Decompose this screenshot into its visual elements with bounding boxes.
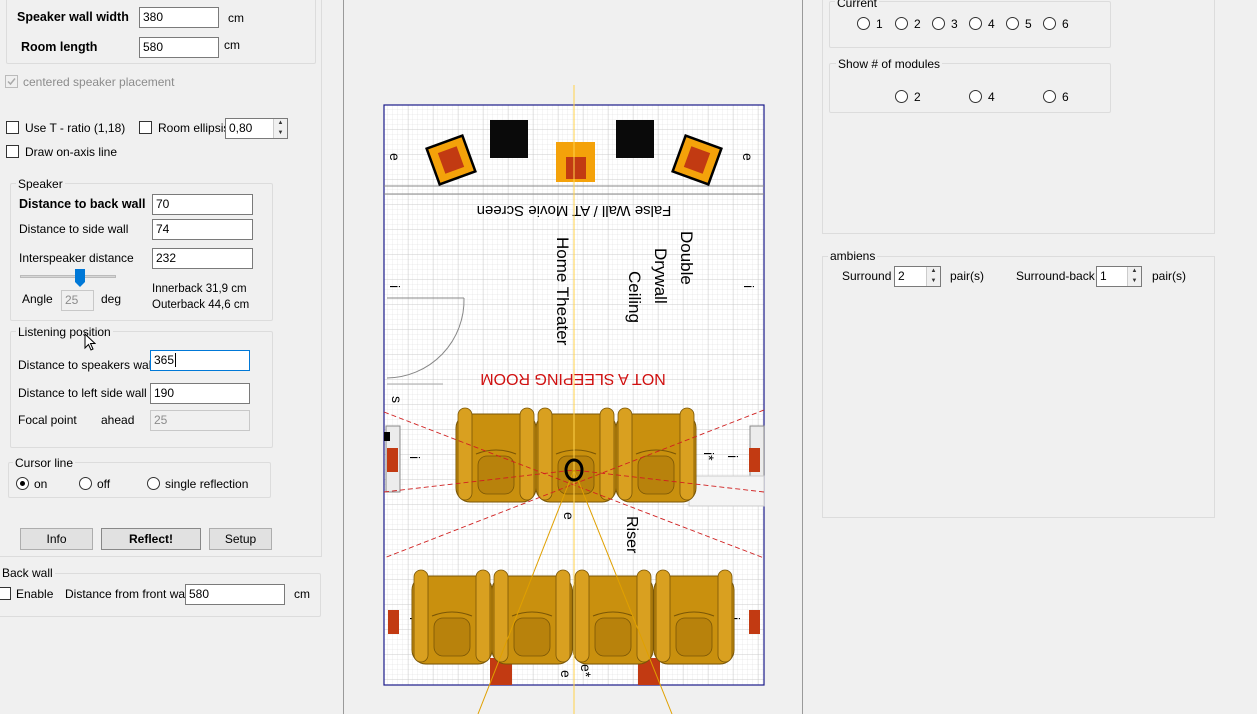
marker-i-right: i: [741, 285, 757, 288]
back-wall-title: Back wall: [0, 566, 55, 580]
right-surround-speaker: [749, 448, 760, 472]
marker-i-row1-right: i: [725, 455, 741, 458]
double-label: Double: [677, 231, 696, 285]
left-surround-speaker: [387, 448, 398, 472]
right-rear-surround: [749, 610, 760, 634]
seat-row1-1: [455, 407, 537, 503]
current-label-3: 3: [951, 17, 958, 31]
not-sleeping-label: NOT A SLEEPING ROOM: [480, 370, 666, 387]
surround-back-value: 1: [1100, 269, 1107, 283]
riser-label: Riser: [623, 516, 640, 554]
drywall-label: Drywall: [651, 248, 670, 304]
seat-row1-3: [615, 407, 697, 503]
dist-front-wall-label: Distance from front wall: [65, 587, 191, 601]
back-wall-enable-label: Enable: [16, 587, 54, 601]
current-title: Current: [835, 0, 880, 10]
modules-label-4: 4: [988, 90, 995, 104]
seat-row2-4: [653, 569, 735, 665]
seat-row2-3: [572, 569, 654, 665]
current-label-5: 5: [1025, 17, 1032, 31]
current-radio-1[interactable]: [857, 17, 870, 30]
marker-i-left: i: [387, 285, 403, 288]
modules-title: Show # of modules: [836, 57, 943, 71]
marker-e-bottom: e: [558, 670, 574, 678]
surround-stepper[interactable]: 2 ▲ ▼: [894, 266, 941, 287]
ambiens-group: [822, 256, 1215, 518]
room-plan-canvas[interactable]: False Wall / AT Movie Screen Home Theate…: [344, 0, 802, 714]
current-radio-3[interactable]: [932, 17, 945, 30]
current-radio-6[interactable]: [1043, 17, 1056, 30]
left-panel-border: [0, 0, 322, 557]
marker-e-left: e: [387, 153, 403, 161]
ambiens-title: ambiens: [828, 249, 878, 263]
modules-label-6: 6: [1062, 90, 1069, 104]
surround-back-pairs-label: pair(s): [1152, 269, 1187, 283]
up-arrow-icon[interactable]: ▲: [1128, 267, 1141, 277]
marker-s: s: [389, 396, 405, 403]
current-label-6: 6: [1062, 17, 1069, 31]
back-wall-enable-checkbox[interactable]: [0, 587, 11, 600]
modules-label-2: 2: [914, 90, 921, 104]
surround-pairs-label: pair(s): [950, 269, 985, 283]
modules-radio-6[interactable]: [1043, 90, 1056, 103]
surround-back-label: Surround-back: [1016, 269, 1095, 283]
seat-row1-2: [535, 407, 617, 503]
left-surround-marker: [384, 432, 390, 441]
marker-estar: e*: [578, 664, 594, 678]
current-label-1: 1: [876, 17, 883, 31]
modules-radio-4[interactable]: [969, 90, 982, 103]
ceiling-label: Ceiling: [625, 271, 644, 323]
current-radio-4[interactable]: [969, 17, 982, 30]
current-radio-2[interactable]: [895, 17, 908, 30]
seat-row2-2: [491, 569, 573, 665]
down-arrow-icon[interactable]: ▼: [927, 277, 940, 287]
seat-row2-1: [411, 569, 493, 665]
left-rear-surround: [388, 610, 399, 634]
surround-label: Surround: [842, 269, 892, 283]
marker-i-row1-left: i: [407, 456, 423, 459]
marker-e-right: e: [740, 153, 756, 161]
center-speaker-driver: [566, 157, 586, 179]
down-arrow-icon[interactable]: ▼: [1128, 277, 1141, 287]
current-label-2: 2: [914, 17, 921, 31]
left-subwoofer: [490, 120, 528, 158]
current-label-4: 4: [988, 17, 995, 31]
up-arrow-icon[interactable]: ▲: [927, 267, 940, 277]
home-theater-label: Home Theater: [553, 237, 572, 346]
surround-spin-buttons[interactable]: ▲ ▼: [926, 267, 940, 286]
dist-front-wall-input[interactable]: 580: [185, 584, 285, 605]
surround-back-stepper[interactable]: 1 ▲ ▼: [1096, 266, 1142, 287]
dist-front-wall-unit: cm: [294, 587, 310, 601]
right-subwoofer: [616, 120, 654, 158]
modules-radio-2[interactable]: [895, 90, 908, 103]
surround-back-spin-buttons[interactable]: ▲ ▼: [1127, 267, 1141, 286]
marker-e-center: e: [561, 512, 577, 520]
surround-value: 2: [898, 269, 905, 283]
current-radio-5[interactable]: [1006, 17, 1019, 30]
marker-istar-1: i*: [701, 452, 717, 461]
